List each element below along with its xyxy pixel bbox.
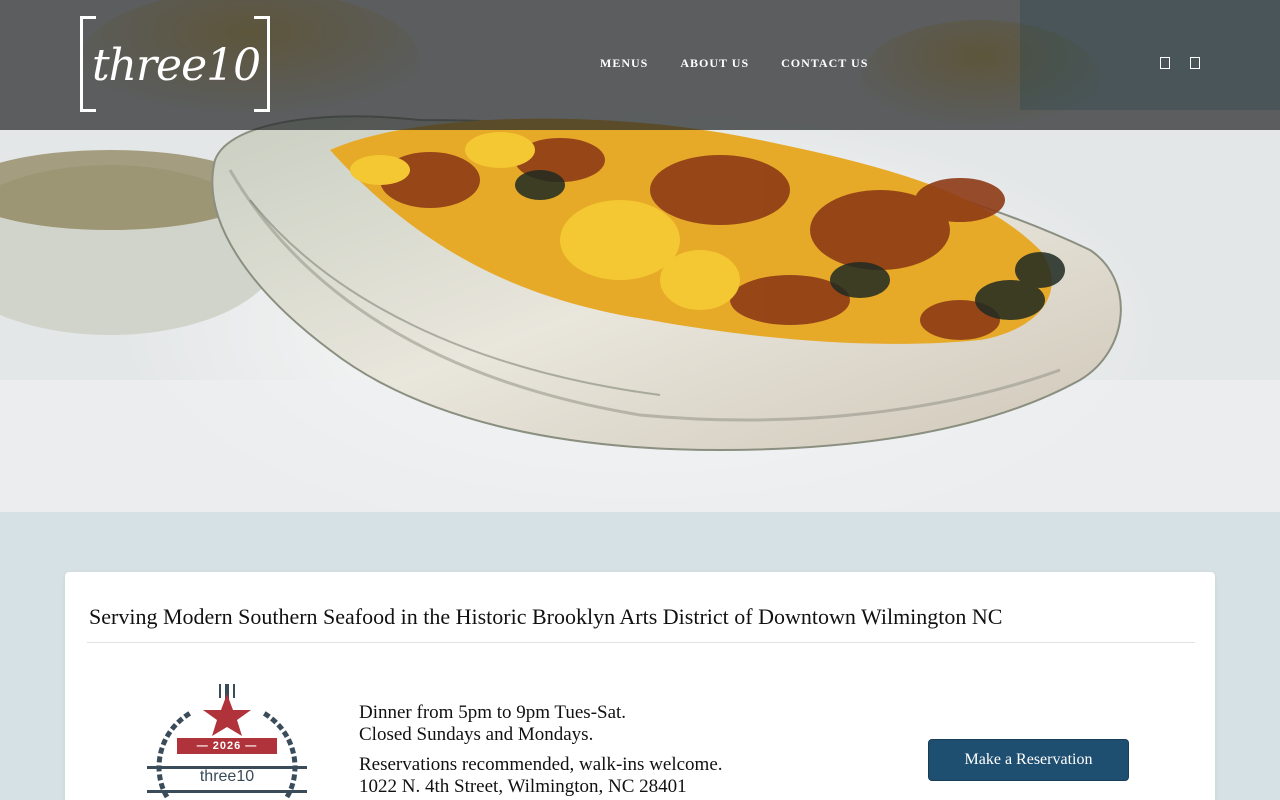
instagram-icon[interactable] bbox=[1190, 57, 1200, 69]
hours-info: Dinner from 5pm to 9pm Tues-Sat. Closed … bbox=[359, 702, 723, 798]
hours-line: Dinner from 5pm to 9pm Tues-Sat. bbox=[359, 702, 627, 723]
nav-menus[interactable]: MENUS bbox=[600, 56, 648, 71]
social-links bbox=[1160, 57, 1200, 69]
closed-days-line: Closed Sundays and Mondays. bbox=[359, 724, 594, 745]
facebook-icon[interactable] bbox=[1160, 57, 1170, 69]
site-logo[interactable]: three10 bbox=[80, 16, 270, 114]
intro-card: Serving Modern Southern Seafood in the H… bbox=[65, 572, 1215, 800]
divider bbox=[87, 642, 1195, 643]
main-nav: MENUS ABOUT US CONTACT US bbox=[600, 56, 868, 71]
logo-wordmark: three10 bbox=[92, 40, 261, 91]
nav-contact-us[interactable]: CONTACT US bbox=[781, 56, 868, 71]
reservations-line: Reservations recommended, walk-ins welco… bbox=[359, 754, 723, 775]
page-headline: Serving Modern Southern Seafood in the H… bbox=[89, 604, 1003, 629]
nav-about-us[interactable]: ABOUT US bbox=[680, 56, 749, 71]
make-reservation-button[interactable]: Make a Reservation bbox=[928, 739, 1129, 781]
site-header: three10 MENUS ABOUT US CONTACT US bbox=[0, 0, 1280, 130]
address-line: 1022 N. 4th Street, Wilmington, NC 28401 bbox=[359, 776, 687, 797]
badge-year: — 2026 — bbox=[196, 740, 258, 752]
badge-name: three10 bbox=[199, 768, 255, 785]
